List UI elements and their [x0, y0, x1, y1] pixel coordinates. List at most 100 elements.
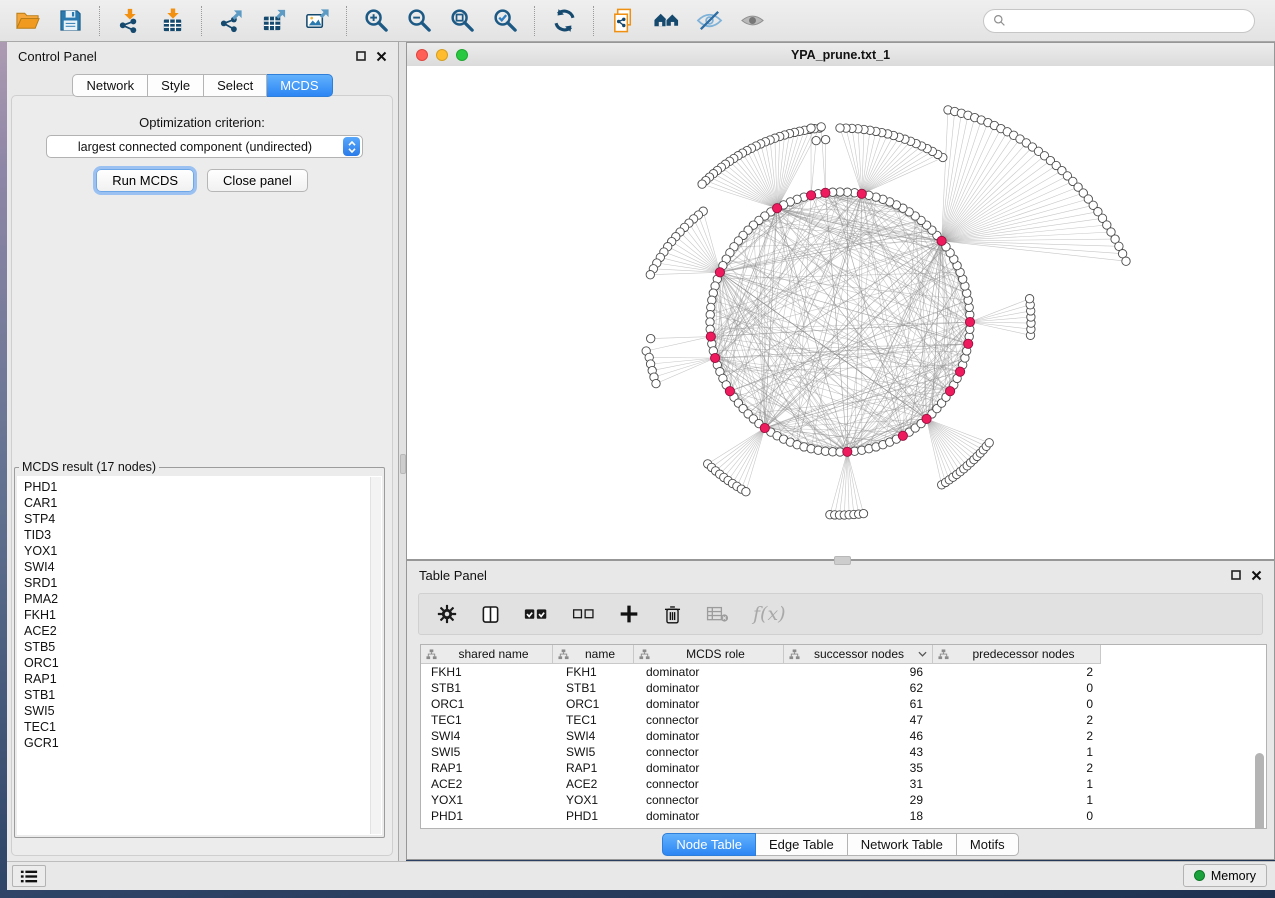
tab-mcds[interactable]: MCDS — [267, 74, 332, 97]
column-header-successor-nodes[interactable]: successor nodes — [784, 645, 933, 664]
table-mode-button[interactable] — [437, 599, 457, 629]
window-close-dot[interactable] — [416, 49, 428, 61]
network-node[interactable] — [859, 509, 867, 517]
network-node[interactable] — [742, 488, 750, 496]
open-session-button[interactable] — [8, 4, 46, 38]
network-node[interactable] — [646, 271, 654, 279]
mcds-result-item[interactable]: STB5 — [24, 639, 366, 655]
table-row[interactable]: SWI5SWI5connector431 — [421, 744, 1266, 760]
mcds-result-item[interactable]: STP4 — [24, 511, 366, 527]
network-node[interactable] — [817, 123, 825, 131]
network-canvas[interactable] — [407, 66, 1274, 559]
mcds-dominator-node[interactable] — [843, 447, 852, 456]
mcds-result-item[interactable]: ACE2 — [24, 623, 366, 639]
save-session-button[interactable] — [51, 4, 89, 38]
float-panel-icon[interactable] — [356, 51, 366, 61]
mcds-result-item[interactable]: TEC1 — [24, 719, 366, 735]
mcds-dominator-node[interactable] — [706, 332, 715, 341]
mcds-result-item[interactable]: TID3 — [24, 527, 366, 543]
mcds-result-item[interactable]: PMA2 — [24, 591, 366, 607]
column-header-MCDS-role[interactable]: MCDS role — [634, 645, 784, 664]
task-history-button[interactable] — [12, 865, 46, 887]
mcds-dominator-node[interactable] — [725, 387, 734, 396]
network-node[interactable] — [1025, 295, 1033, 303]
memory-button[interactable]: Memory — [1183, 864, 1267, 887]
criterion-select[interactable]: largest connected component (undirected) — [46, 135, 363, 158]
table-row[interactable]: ORC1ORC1dominator610 — [421, 696, 1266, 712]
table-scrollbar-thumb[interactable] — [1255, 753, 1264, 829]
mcds-result-item[interactable]: GCR1 — [24, 735, 366, 751]
mcds-dominator-node[interactable] — [965, 317, 974, 326]
mcds-result-item[interactable]: STB1 — [24, 687, 366, 703]
new-network-from-selection-button[interactable] — [604, 4, 642, 38]
table-row[interactable]: TEC1TEC1connector472 — [421, 712, 1266, 728]
column-header-shared-name[interactable]: shared name — [421, 645, 553, 664]
close-panel-button[interactable]: Close panel — [207, 169, 308, 192]
table-row[interactable]: PHD1PHD1dominator180 — [421, 808, 1266, 824]
mcds-dominator-node[interactable] — [773, 204, 782, 213]
select-all-button[interactable] — [524, 599, 548, 629]
deselect-all-button[interactable] — [572, 599, 595, 629]
search-input[interactable] — [1011, 13, 1245, 29]
mcds-dominator-node[interactable] — [857, 189, 866, 198]
mcds-dominator-node[interactable] — [922, 414, 931, 423]
delete-table-button[interactable] — [706, 599, 729, 629]
mcds-dominator-node[interactable] — [898, 431, 907, 440]
mcds-result-item[interactable]: YOX1 — [24, 543, 366, 559]
network-node[interactable] — [652, 379, 660, 387]
network-node[interactable] — [836, 124, 844, 132]
mcds-dominator-node[interactable] — [964, 339, 973, 348]
table-row[interactable]: STB1STB1dominator620 — [421, 680, 1266, 696]
mcds-result-item[interactable]: SWI4 — [24, 559, 366, 575]
hide-selected-button[interactable] — [690, 4, 728, 38]
import-table-button[interactable] — [153, 4, 191, 38]
mcds-result-item[interactable]: SWI5 — [24, 703, 366, 719]
add-column-button[interactable] — [619, 599, 639, 629]
export-network-button[interactable] — [212, 4, 250, 38]
mcds-dominator-node[interactable] — [807, 191, 816, 200]
run-mcds-button[interactable]: Run MCDS — [96, 169, 194, 192]
zoom-selected-button[interactable] — [486, 4, 524, 38]
close-panel-icon[interactable] — [376, 51, 387, 62]
tab-network[interactable]: Network — [72, 74, 148, 97]
close-panel-icon[interactable] — [1251, 570, 1262, 581]
tab-node-table[interactable]: Node Table — [662, 833, 756, 856]
function-builder-button[interactable]: f(x) — [753, 599, 786, 629]
result-scrollbar[interactable] — [370, 477, 381, 834]
mcds-dominator-node[interactable] — [946, 387, 955, 396]
tab-select[interactable]: Select — [204, 74, 267, 97]
window-minimize-dot[interactable] — [436, 49, 448, 61]
network-node[interactable] — [985, 439, 993, 447]
mcds-dominator-node[interactable] — [937, 236, 946, 245]
tab-edge-table[interactable]: Edge Table — [756, 833, 848, 856]
apply-layout-button[interactable] — [545, 4, 583, 38]
horizontal-splitter-grip[interactable] — [834, 556, 851, 565]
zoom-in-button[interactable] — [357, 4, 395, 38]
export-table-button[interactable] — [255, 4, 293, 38]
export-image-button[interactable] — [298, 4, 336, 38]
mcds-result-item[interactable]: FKH1 — [24, 607, 366, 623]
network-node[interactable] — [807, 124, 815, 132]
table-row[interactable]: SWI4SWI4dominator462 — [421, 728, 1266, 744]
import-network-button[interactable] — [110, 4, 148, 38]
mcds-dominator-node[interactable] — [715, 268, 724, 277]
mcds-dominator-node[interactable] — [760, 423, 769, 432]
delete-column-button[interactable] — [663, 599, 682, 629]
column-header-name[interactable]: name — [553, 645, 634, 664]
network-node[interactable] — [812, 136, 820, 144]
mcds-result-item[interactable]: RAP1 — [24, 671, 366, 687]
mcds-dominator-node[interactable] — [821, 188, 830, 197]
table-row[interactable]: YOX1YOX1connector291 — [421, 792, 1266, 808]
float-panel-icon[interactable] — [1231, 570, 1241, 580]
show-all-button[interactable] — [733, 4, 771, 38]
table-row[interactable]: RAP1RAP1dominator352 — [421, 760, 1266, 776]
network-node[interactable] — [1122, 257, 1130, 265]
column-header-predecessor-nodes[interactable]: predecessor nodes — [933, 645, 1101, 664]
network-node[interactable] — [647, 334, 655, 342]
tab-motifs[interactable]: Motifs — [957, 833, 1019, 856]
table-row[interactable]: FKH1FKH1dominator962 — [421, 664, 1266, 680]
zoom-out-button[interactable] — [400, 4, 438, 38]
mcds-result-item[interactable]: CAR1 — [24, 495, 366, 511]
mcds-result-item[interactable]: SRD1 — [24, 575, 366, 591]
network-node[interactable] — [698, 180, 706, 188]
